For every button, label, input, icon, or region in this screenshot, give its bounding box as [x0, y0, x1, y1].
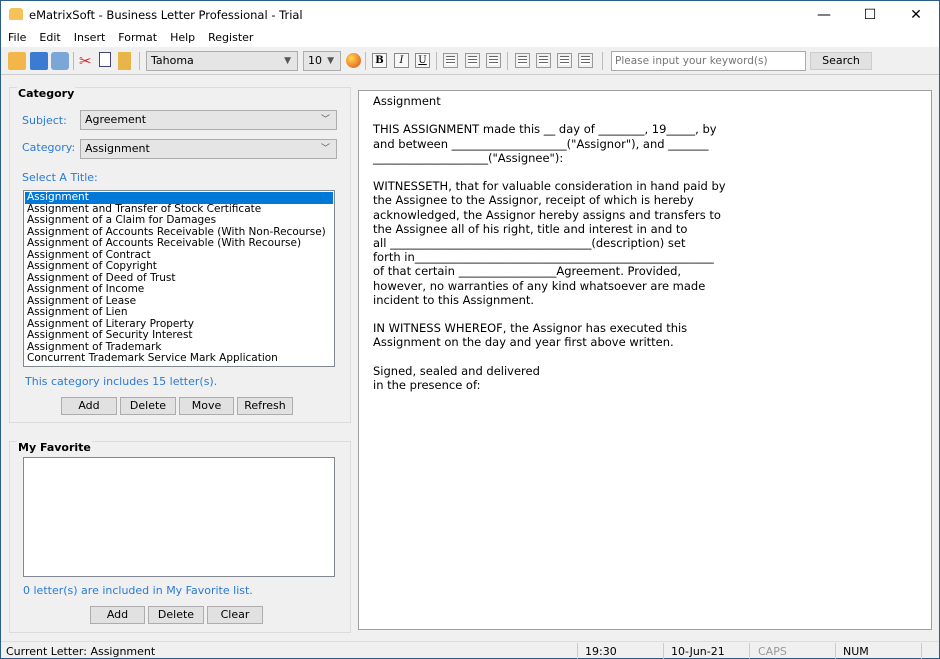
outdent-icon[interactable]: [557, 53, 572, 68]
print-icon[interactable]: [51, 52, 69, 70]
chevron-down-icon: ﹀: [320, 115, 330, 125]
chevron-down-icon: ▼: [284, 56, 291, 66]
app-icon: [9, 8, 23, 20]
underline-button[interactable]: U: [415, 53, 430, 68]
favorite-list[interactable]: [23, 457, 335, 577]
favorite-add-button[interactable]: Add: [90, 606, 145, 624]
select-title-label: Select A Title:: [22, 171, 98, 184]
category-count: This category includes 15 letter(s).: [25, 375, 218, 388]
delete-button[interactable]: Delete: [120, 397, 176, 415]
chevron-down-icon: ▼: [327, 56, 334, 66]
num-indicator: NUM: [843, 645, 869, 658]
document-text[interactable]: Assignment THIS ASSIGNMENT made this __ …: [373, 94, 726, 392]
title-list-item[interactable]: Assignment of Income: [25, 283, 333, 296]
move-button[interactable]: Move: [179, 397, 234, 415]
bold-button[interactable]: B: [372, 53, 387, 68]
size-select[interactable]: 10 ▼: [303, 51, 341, 71]
favorite-count: 0 letter(s) are included in My Favorite …: [23, 584, 253, 597]
italic-button[interactable]: I: [394, 53, 409, 68]
title-list-item[interactable]: Concurrent Trademark Service Mark Applic…: [25, 352, 333, 365]
refresh-button[interactable]: Refresh: [237, 397, 293, 415]
align-left-icon[interactable]: [443, 53, 458, 68]
current-letter: Current Letter: Assignment: [6, 645, 156, 658]
title-list-item[interactable]: Assignment: [25, 191, 333, 204]
window-title: eMatrixSoft - Business Letter Profession…: [29, 8, 303, 22]
toolbar: ✂ Tahoma▼ 10▼ B I U Search: [1, 47, 939, 75]
close-button[interactable]: ✕: [893, 1, 939, 29]
title-list-item[interactable]: Assignment of Accounts Receivable (With …: [25, 237, 333, 250]
document-editor[interactable]: Assignment THIS ASSIGNMENT made this __ …: [358, 90, 932, 630]
status-time: 19:30: [585, 645, 617, 658]
menu-format[interactable]: Format: [111, 29, 163, 47]
subject-select[interactable]: Agreement ﹀: [80, 110, 337, 130]
menu-insert[interactable]: Insert: [67, 29, 112, 47]
search-button[interactable]: Search: [810, 52, 872, 70]
title-list-item[interactable]: Assignment of Lien: [25, 306, 333, 319]
title-list-item[interactable]: Assignment of Security Interest: [25, 329, 333, 342]
status-date: 10-Jun-21: [671, 645, 725, 658]
color-icon[interactable]: [346, 53, 361, 68]
title-list[interactable]: Assignment Assignment and Transfer of Sto…: [23, 190, 335, 367]
menu-help[interactable]: Help: [163, 29, 201, 47]
indent-icon[interactable]: [578, 53, 593, 68]
title-list-item[interactable]: Assignment of a Claim for Damages: [25, 214, 333, 227]
favorite-heading: My Favorite: [17, 441, 92, 454]
favorite-clear-button[interactable]: Clear: [207, 606, 263, 624]
bullet-list-icon[interactable]: [536, 53, 551, 68]
open-icon[interactable]: [8, 52, 26, 70]
category-select[interactable]: Assignment ﹀: [80, 139, 337, 159]
title-bar: eMatrixSoft - Business Letter Profession…: [1, 1, 939, 29]
title-list-item[interactable]: Assignment of Copyright: [25, 260, 333, 273]
paste-icon[interactable]: [118, 52, 131, 70]
menu-edit[interactable]: Edit: [32, 29, 66, 47]
add-button[interactable]: Add: [61, 397, 117, 415]
search-input[interactable]: [611, 51, 806, 71]
status-bar: Current Letter: Assignment 19:30 10-Jun-…: [1, 641, 939, 659]
category-heading: Category: [17, 87, 76, 100]
menu-register[interactable]: Register: [201, 29, 259, 47]
align-right-icon[interactable]: [486, 53, 501, 68]
menu-file[interactable]: File: [1, 29, 32, 47]
numbered-list-icon[interactable]: [515, 53, 530, 68]
font-select[interactable]: Tahoma ▼: [146, 51, 298, 71]
copy-icon[interactable]: [99, 52, 111, 67]
save-icon[interactable]: [30, 52, 48, 70]
menu-bar: File Edit Insert Format Help Register: [1, 29, 939, 47]
cut-icon[interactable]: ✂: [79, 52, 97, 70]
caps-indicator: CAPS: [758, 645, 787, 658]
chevron-down-icon: ﹀: [320, 144, 330, 154]
favorite-delete-button[interactable]: Delete: [148, 606, 204, 624]
subject-label: Subject:: [22, 114, 67, 127]
minimize-button[interactable]: —: [801, 1, 847, 29]
maximize-button[interactable]: ☐: [847, 1, 893, 29]
category-label: Category:: [22, 141, 76, 154]
align-center-icon[interactable]: [465, 53, 480, 68]
